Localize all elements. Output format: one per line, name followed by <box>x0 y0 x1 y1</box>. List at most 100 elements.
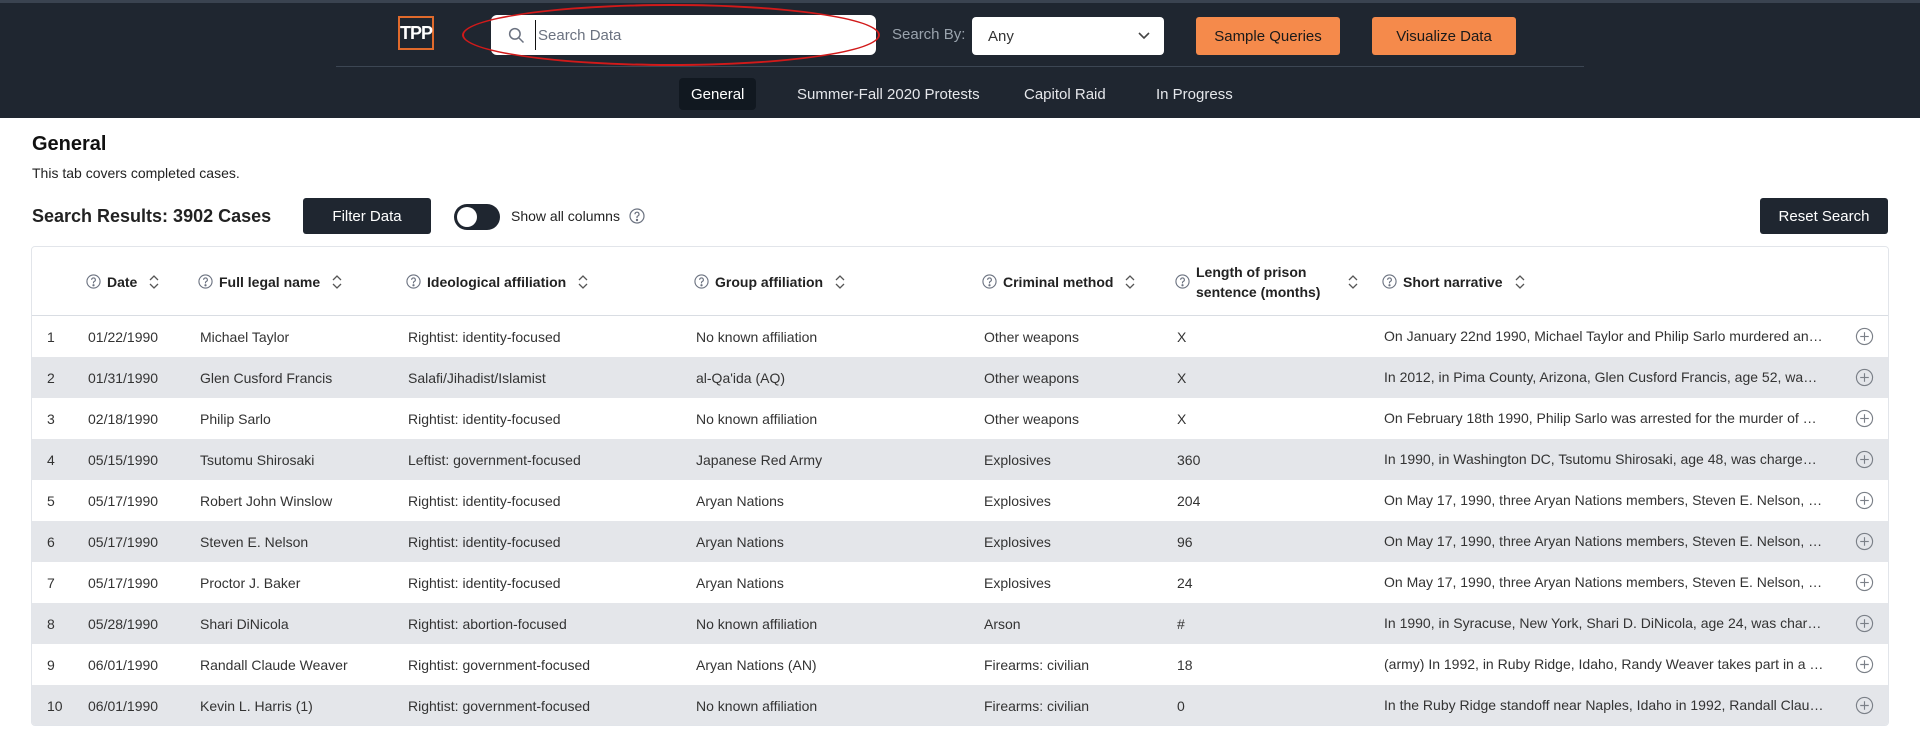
short-narrative-cell: In 1990, in Washington DC, Tsutomu Shiro… <box>1384 451 1824 467</box>
row-number: 7 <box>47 574 55 591</box>
tab-bar: General Summer-Fall 2020 Protests Capito… <box>0 78 1920 110</box>
table-header: Date Full legal name Ideological affilia… <box>32 247 1888 316</box>
search-input[interactable] <box>535 20 865 50</box>
table-row[interactable]: 5 05/17/1990 Robert John Winslow Rightist: … <box>32 480 1888 521</box>
column-label: Full legal name <box>219 273 321 290</box>
row-number: 5 <box>47 492 55 509</box>
date-cell: 06/01/1990 <box>88 697 159 714</box>
help-icon[interactable] <box>1175 274 1190 289</box>
column-header-short-narrative[interactable]: Short narrative <box>1382 247 1525 316</box>
search-results-count: Search Results: 3902 Cases <box>32 206 272 226</box>
table-row[interactable]: 6 05/17/1990 Steven E. Nelson Rightist: ide… <box>32 521 1888 562</box>
column-header-criminal-method[interactable]: Criminal method <box>982 247 1135 316</box>
criminal-method-cell: Other weapons <box>984 410 1079 427</box>
table-row[interactable]: 4 05/15/1990 Tsutomu Shirosaki Leftist: gov… <box>32 439 1888 480</box>
sort-icon[interactable] <box>1348 274 1358 290</box>
search-box[interactable] <box>491 15 876 55</box>
sentence-cell: X <box>1177 410 1187 427</box>
expand-row-icon[interactable] <box>1855 532 1874 551</box>
table-row[interactable]: 9 06/01/1990 Randall Claude Weaver Rightist… <box>32 644 1888 685</box>
full-legal-name-cell: Randall Claude Weaver <box>200 656 348 673</box>
table-row[interactable]: 8 05/28/1990 Shari DiNicola Rightist: abort… <box>32 603 1888 644</box>
ideological-affiliation-cell: Rightist: identity-focused <box>408 492 561 509</box>
table-row[interactable]: 3 02/18/1990 Philip Sarlo Rightist: identit… <box>32 398 1888 439</box>
column-header-date[interactable]: Date <box>86 247 159 316</box>
expand-row-icon[interactable] <box>1855 368 1874 387</box>
full-legal-name-cell: Kevin L. Harris (1) <box>200 697 313 714</box>
table-row[interactable]: 7 05/17/1990 Proctor J. Baker Rightist: ide… <box>32 562 1888 603</box>
tab-summer-fall-2020-protests[interactable]: Summer-Fall 2020 Protests <box>785 78 992 110</box>
date-cell: 05/15/1990 <box>88 451 159 468</box>
help-icon[interactable] <box>694 274 709 289</box>
sort-icon[interactable] <box>149 274 159 290</box>
full-legal-name-cell: Proctor J. Baker <box>200 574 301 591</box>
help-icon[interactable] <box>198 274 213 289</box>
group-affiliation-cell: Aryan Nations <box>696 574 784 591</box>
table-row[interactable]: 1 01/22/1990 Michael Taylor Rightist: ident… <box>32 316 1888 357</box>
tab-capitol-raid[interactable]: Capitol Raid <box>1012 78 1118 110</box>
date-cell: 01/31/1990 <box>88 369 159 386</box>
column-header-full-legal-name[interactable]: Full legal name <box>198 247 342 316</box>
help-icon[interactable] <box>406 274 421 289</box>
expand-row-icon[interactable] <box>1855 450 1874 469</box>
search-icon <box>508 27 525 44</box>
sort-icon[interactable] <box>1125 274 1135 290</box>
short-narrative-cell: In the Ruby Ridge standoff near Naples, … <box>1384 697 1824 713</box>
expand-row-icon[interactable] <box>1855 573 1874 592</box>
sort-icon[interactable] <box>1515 274 1525 290</box>
group-affiliation-cell: Aryan Nations <box>696 492 784 509</box>
full-legal-name-cell: Philip Sarlo <box>200 410 271 427</box>
help-icon[interactable] <box>982 274 997 289</box>
criminal-method-cell: Other weapons <box>984 369 1079 386</box>
expand-row-icon[interactable] <box>1855 491 1874 510</box>
filter-data-button[interactable]: Filter Data <box>303 198 431 234</box>
search-by-label: Search By: <box>892 26 966 43</box>
criminal-method-cell: Explosives <box>984 533 1051 550</box>
sample-queries-button[interactable]: Sample Queries <box>1196 17 1340 55</box>
show-all-columns-toggle[interactable] <box>454 204 500 230</box>
sort-icon[interactable] <box>332 274 342 290</box>
group-affiliation-cell: al-Qa'ida (AQ) <box>696 369 786 386</box>
visualize-data-button[interactable]: Visualize Data <box>1372 17 1516 55</box>
column-label: Criminal method <box>1003 273 1114 290</box>
sort-icon[interactable] <box>578 274 588 290</box>
search-by-value: Any <box>988 27 1014 45</box>
ideological-affiliation-cell: Rightist: government-focused <box>408 656 591 673</box>
expand-row-icon[interactable] <box>1855 327 1874 346</box>
help-icon[interactable] <box>1382 274 1397 289</box>
help-icon[interactable] <box>86 274 101 289</box>
expand-row-icon[interactable] <box>1855 614 1874 633</box>
table-row[interactable]: 10 06/01/1990 Kevin L. Harris (1) Rightist:… <box>32 685 1888 725</box>
expand-row-icon[interactable] <box>1855 655 1874 674</box>
page-title: General <box>32 133 107 155</box>
column-header-group-affiliation[interactable]: Group affiliation <box>694 247 845 316</box>
expand-row-icon[interactable] <box>1855 696 1874 715</box>
help-icon[interactable] <box>629 208 645 224</box>
table-row[interactable]: 2 01/31/1990 Glen Cusford Francis Salafi/Ji… <box>32 357 1888 398</box>
criminal-method-cell: Explosives <box>984 574 1051 591</box>
expand-row-icon[interactable] <box>1855 409 1874 428</box>
group-affiliation-cell: Aryan Nations <box>696 533 784 550</box>
top-header: TPP Search By: Any Sample Queries Visual… <box>0 0 1920 118</box>
full-legal-name-cell: Tsutomu Shirosaki <box>200 451 315 468</box>
ideological-affiliation-cell: Rightist: government-focused <box>408 697 591 714</box>
tab-in-progress[interactable]: In Progress <box>1144 78 1245 110</box>
full-legal-name-cell: Michael Taylor <box>200 328 290 345</box>
ideological-affiliation-cell: Rightist: abortion-focused <box>408 615 567 632</box>
column-label: Length of prison sentence (months) <box>1196 263 1321 300</box>
tab-general[interactable]: General <box>679 78 757 110</box>
short-narrative-cell: (army) In 1992, in Ruby Ridge, Idaho, Ra… <box>1384 656 1824 672</box>
group-affiliation-cell: Aryan Nations (AN) <box>696 656 817 673</box>
column-header-ideological-affiliation[interactable]: Ideological affiliation <box>406 247 588 316</box>
sentence-cell: 24 <box>1177 574 1193 591</box>
ideological-affiliation-cell: Rightist: identity-focused <box>408 533 561 550</box>
column-header-length-of-prison-sentence[interactable]: Length of prison sentence (months) <box>1175 247 1358 316</box>
sort-icon[interactable] <box>835 274 845 290</box>
sentence-cell: 96 <box>1177 533 1193 550</box>
criminal-method-cell: Explosives <box>984 451 1051 468</box>
tpp-logo[interactable]: TPP <box>398 16 434 50</box>
search-by-select[interactable]: Any <box>972 17 1164 55</box>
group-affiliation-cell: No known affiliation <box>696 328 818 345</box>
ideological-affiliation-cell: Salafi/Jihadist/Islamist <box>408 369 546 386</box>
reset-search-button[interactable]: Reset Search <box>1760 198 1888 234</box>
